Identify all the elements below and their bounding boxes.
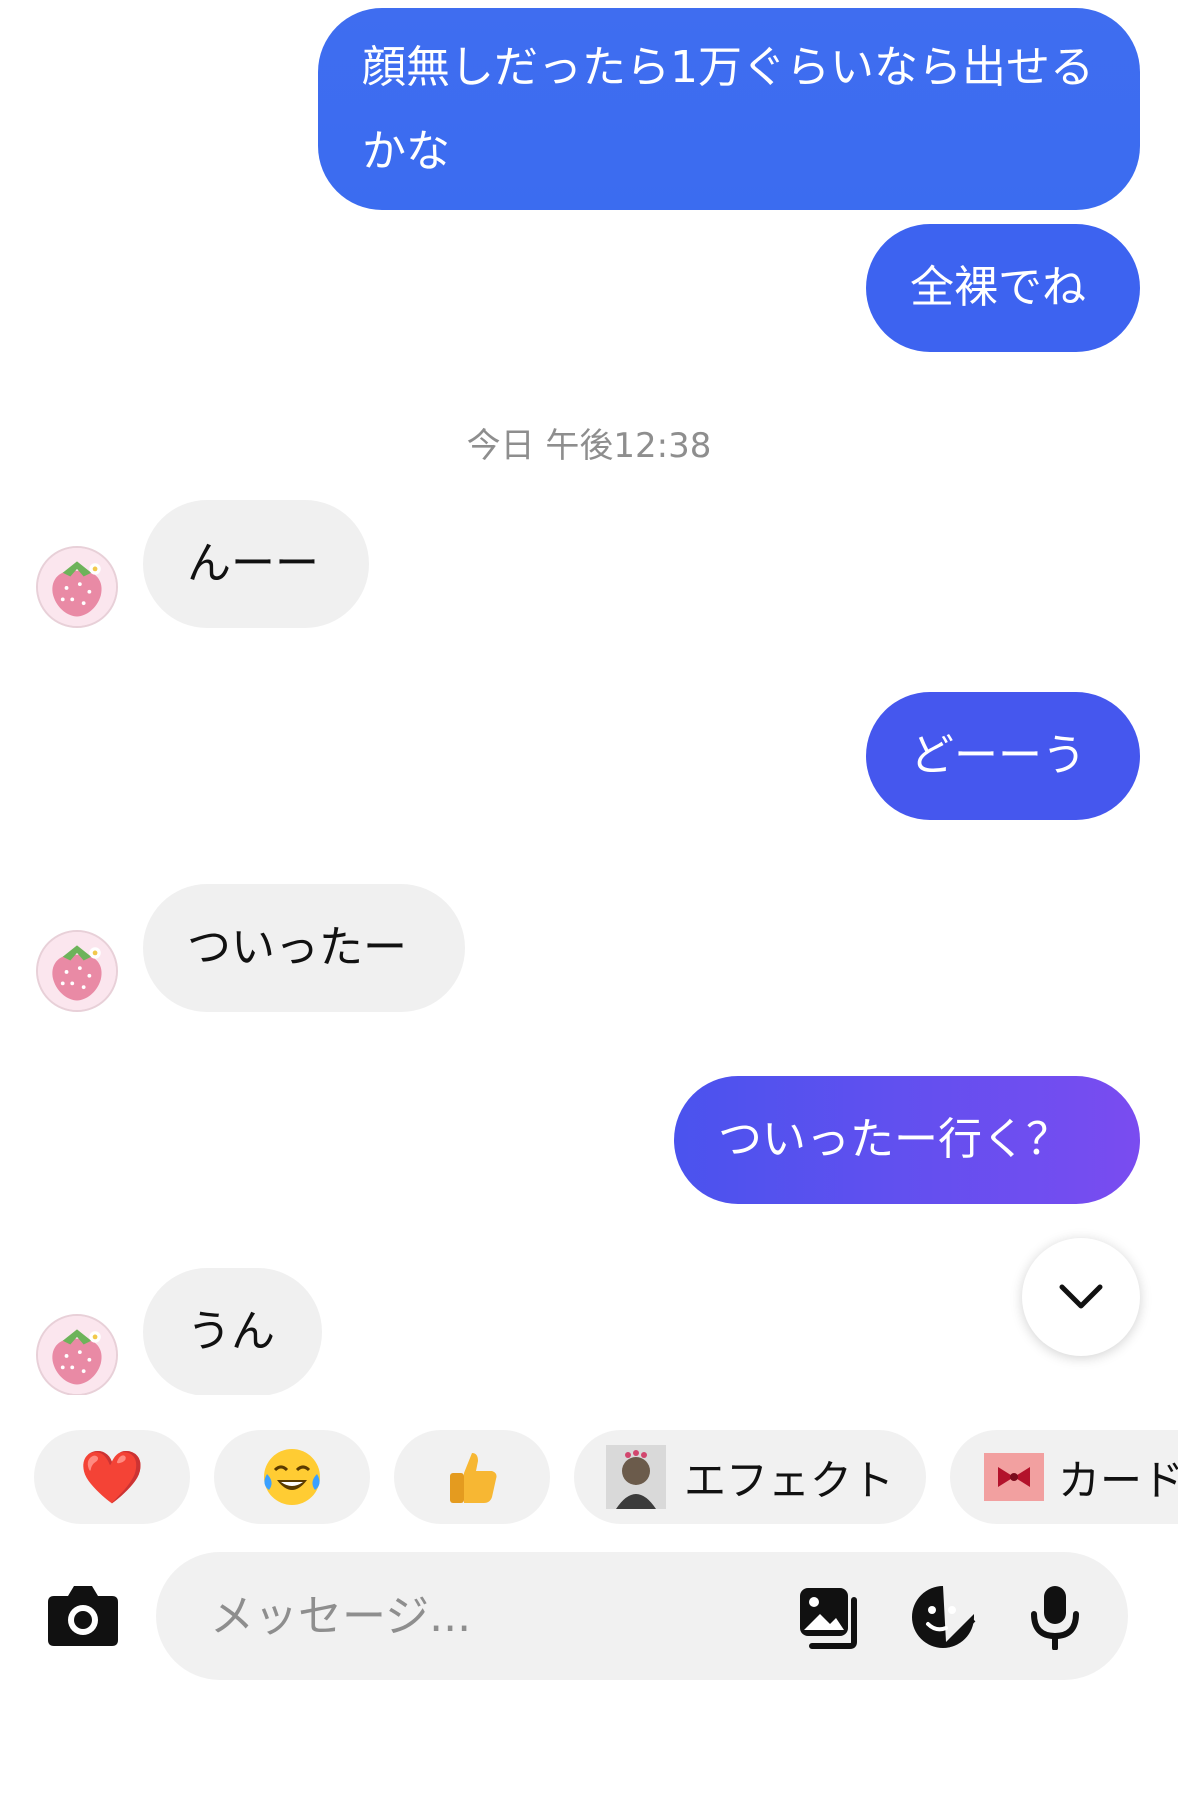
message-composer (0, 1540, 1178, 1690)
timestamp-divider: 今日 午後12:38 (466, 426, 712, 466)
gallery-icon (800, 1588, 857, 1649)
thumbs-up-emoji (450, 1453, 497, 1503)
contact-avatar[interactable] (36, 546, 118, 628)
tears-of-joy-emoji (264, 1449, 320, 1505)
message-text: 顔無しだったら1万ぐらいなら出せるかな (362, 42, 1094, 177)
message-thread: 顔無しだったら1万ぐらいなら出せるかな 全裸でね 今日 午後12:38 んーー … (0, 0, 1178, 1395)
reaction-laugh-button[interactable] (214, 1430, 370, 1524)
microphone-icon (1031, 1586, 1079, 1651)
reaction-thumbs-up-button[interactable] (394, 1430, 550, 1524)
camera-button[interactable] (46, 1582, 120, 1648)
message-text: 全裸でね (910, 262, 1086, 313)
red-heart-emoji: ❤️ (79, 1447, 145, 1508)
outgoing-message[interactable]: 全裸でね (866, 224, 1140, 352)
message-text: どーーう (910, 730, 1086, 781)
message-text: ついったー行く？ (718, 1114, 1070, 1165)
strawberry-icon (38, 1316, 116, 1394)
chevron-down-icon (1059, 1284, 1103, 1309)
incoming-message[interactable]: んーー (143, 500, 369, 628)
strawberry-icon (38, 932, 116, 1010)
message-text: ついったー (187, 922, 407, 973)
incoming-message[interactable]: ついったー (143, 884, 465, 1012)
sticker-button[interactable] (910, 1584, 976, 1650)
scroll-to-bottom-button[interactable] (1022, 1238, 1140, 1356)
message-input[interactable] (210, 1582, 730, 1650)
message-text: うん (187, 1306, 275, 1357)
contact-avatar[interactable] (36, 1314, 118, 1395)
contact-avatar[interactable] (36, 930, 118, 1012)
camera-icon (48, 1586, 118, 1646)
cards-button[interactable]: カード (950, 1430, 1178, 1524)
outgoing-message[interactable]: どーーう (866, 692, 1140, 820)
quick-reaction-row: ❤️ エフェクト カード (0, 1430, 1178, 1524)
effects-label: エフェクト (683, 1455, 894, 1505)
cards-label: カード (1058, 1455, 1178, 1505)
effects-thumbnail-icon (605, 1445, 666, 1509)
effects-button[interactable]: エフェクト (574, 1430, 926, 1524)
reaction-heart-button[interactable]: ❤️ (34, 1430, 190, 1524)
gallery-button[interactable] (796, 1584, 862, 1650)
outgoing-message[interactable]: 顔無しだったら1万ぐらいなら出せるかな (318, 8, 1140, 210)
gift-card-icon (984, 1453, 1044, 1501)
voice-message-button[interactable] (1022, 1584, 1088, 1651)
strawberry-icon (38, 548, 116, 626)
sticker-icon (912, 1586, 976, 1648)
incoming-message[interactable]: うん (143, 1268, 322, 1395)
message-text: んーー (187, 538, 319, 589)
message-input-container (156, 1552, 1128, 1680)
outgoing-message[interactable]: ついったー行く？ (674, 1076, 1140, 1204)
